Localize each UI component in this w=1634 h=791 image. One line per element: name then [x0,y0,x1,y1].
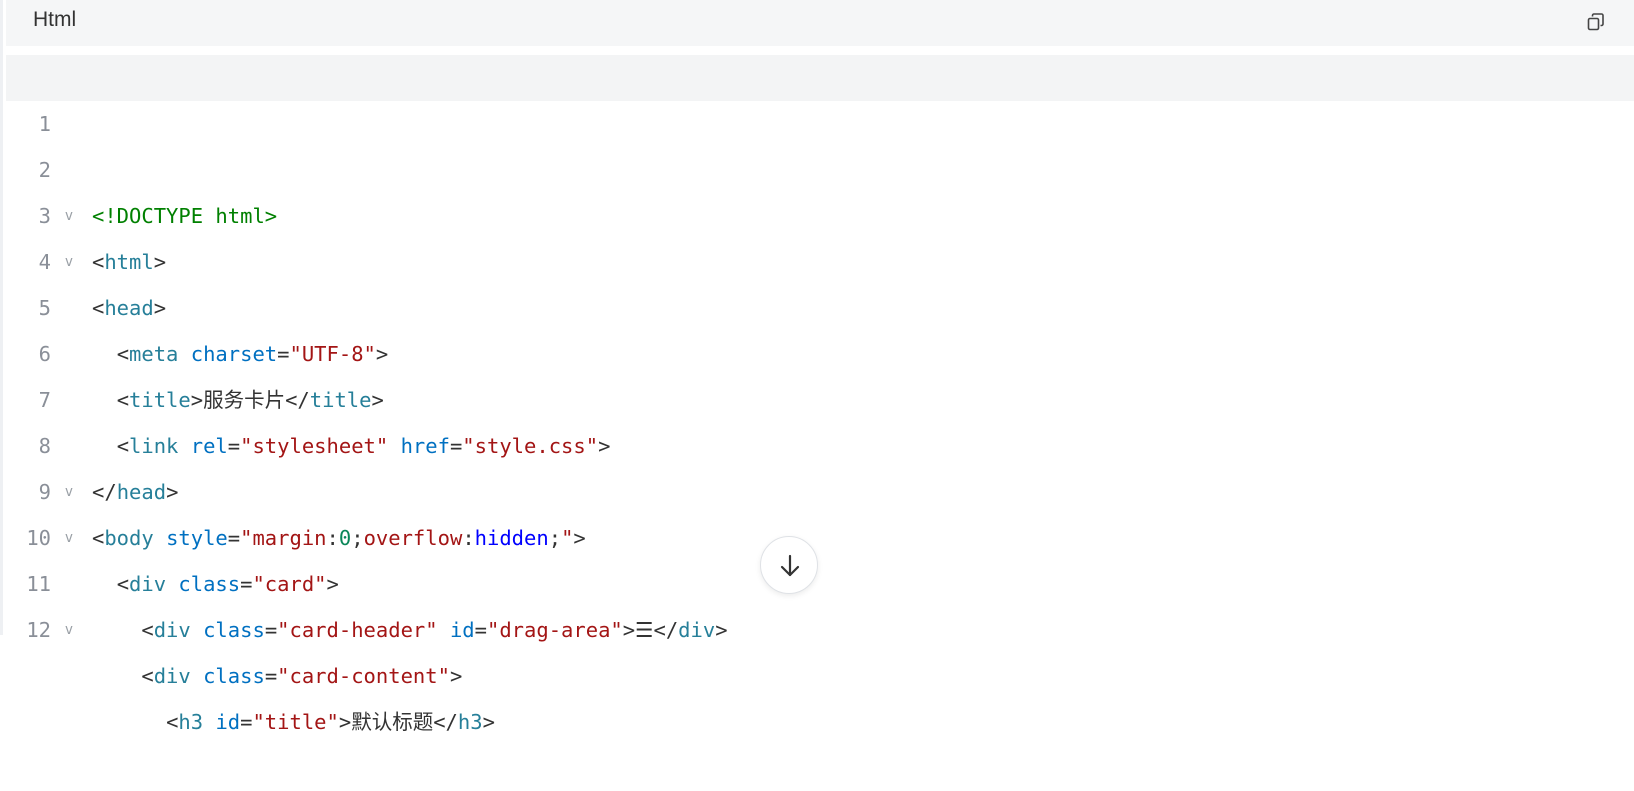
code-line: 7 </head> [6,331,1634,504]
line-number: 12 [26,618,51,642]
tag-token: div [153,664,191,688]
code-line: 12 <h3 id="title">默认标题</h3> [6,561,1634,734]
text-token: ☰ [635,618,654,642]
string-token: "drag-area" [486,618,623,642]
line-content: <div class="card-content"> [92,653,462,699]
code-line: 11 v <div class="card-content"> [6,515,1634,688]
code-line: 9 v <div class="card"> [6,423,1634,596]
punct-token: > [482,710,495,734]
code-block: Html 1 <!DOCTYPE html> 2 v <html> 3 v <h… [0,0,1634,734]
text-token: 默认标题 [351,710,434,734]
string-token: "card-content" [277,664,450,688]
arrow-down-icon [780,554,800,577]
line-content: <div class="card-header" id="drag-area">… [92,607,728,653]
punct-token: = [240,710,253,734]
code-line: 10 <div class="card-header" id="drag-are… [6,469,1634,642]
tag-token: h3 [178,710,204,734]
line-content: <h3 id="title">默认标题</h3> [92,699,495,745]
tag-token: div [153,618,191,642]
code-line: 6 <link rel="stylesheet" href="style.css… [6,285,1634,458]
string-token: "title" [252,710,339,734]
punct-token: < [141,618,154,642]
code-line: 5 <title>服务卡片</title> [6,239,1634,412]
code-line: 4 <meta charset="UTF-8"> [6,193,1634,366]
attr-token: class [203,618,265,642]
punct-token: </ [653,618,679,642]
string-token: "card-header" [277,618,438,642]
code-block-header: Html [6,0,1634,46]
punct-token: = [264,618,278,642]
punct-token: > [338,710,352,734]
code-line: 2 v <html> [6,101,1634,274]
punct-token: </ [433,710,458,734]
copy-icon[interactable] [1586,12,1606,32]
punct-token: > [622,618,636,642]
language-label: Html [33,8,77,31]
punct-token: > [449,664,463,688]
punct-token: = [474,618,487,642]
attr-token: class [203,664,265,688]
punct-token: > [715,618,728,642]
punct-token: = [264,664,278,688]
code-area: 1 <!DOCTYPE html> 2 v <html> 3 v <head> … [6,55,1634,734]
code-line: 3 v <head> [6,147,1634,320]
punct-token: < [141,664,154,688]
code-line: 1 <!DOCTYPE html> [6,55,1634,228]
code-line: 8 v <body style="margin:0;overflow:hidde… [6,377,1634,550]
attr-token: id [215,710,241,734]
scroll-to-bottom-button[interactable] [760,536,818,594]
punct-token: < [166,710,179,734]
attr-token: id [449,618,475,642]
tag-token: div [678,618,716,642]
tag-token: h3 [457,710,483,734]
